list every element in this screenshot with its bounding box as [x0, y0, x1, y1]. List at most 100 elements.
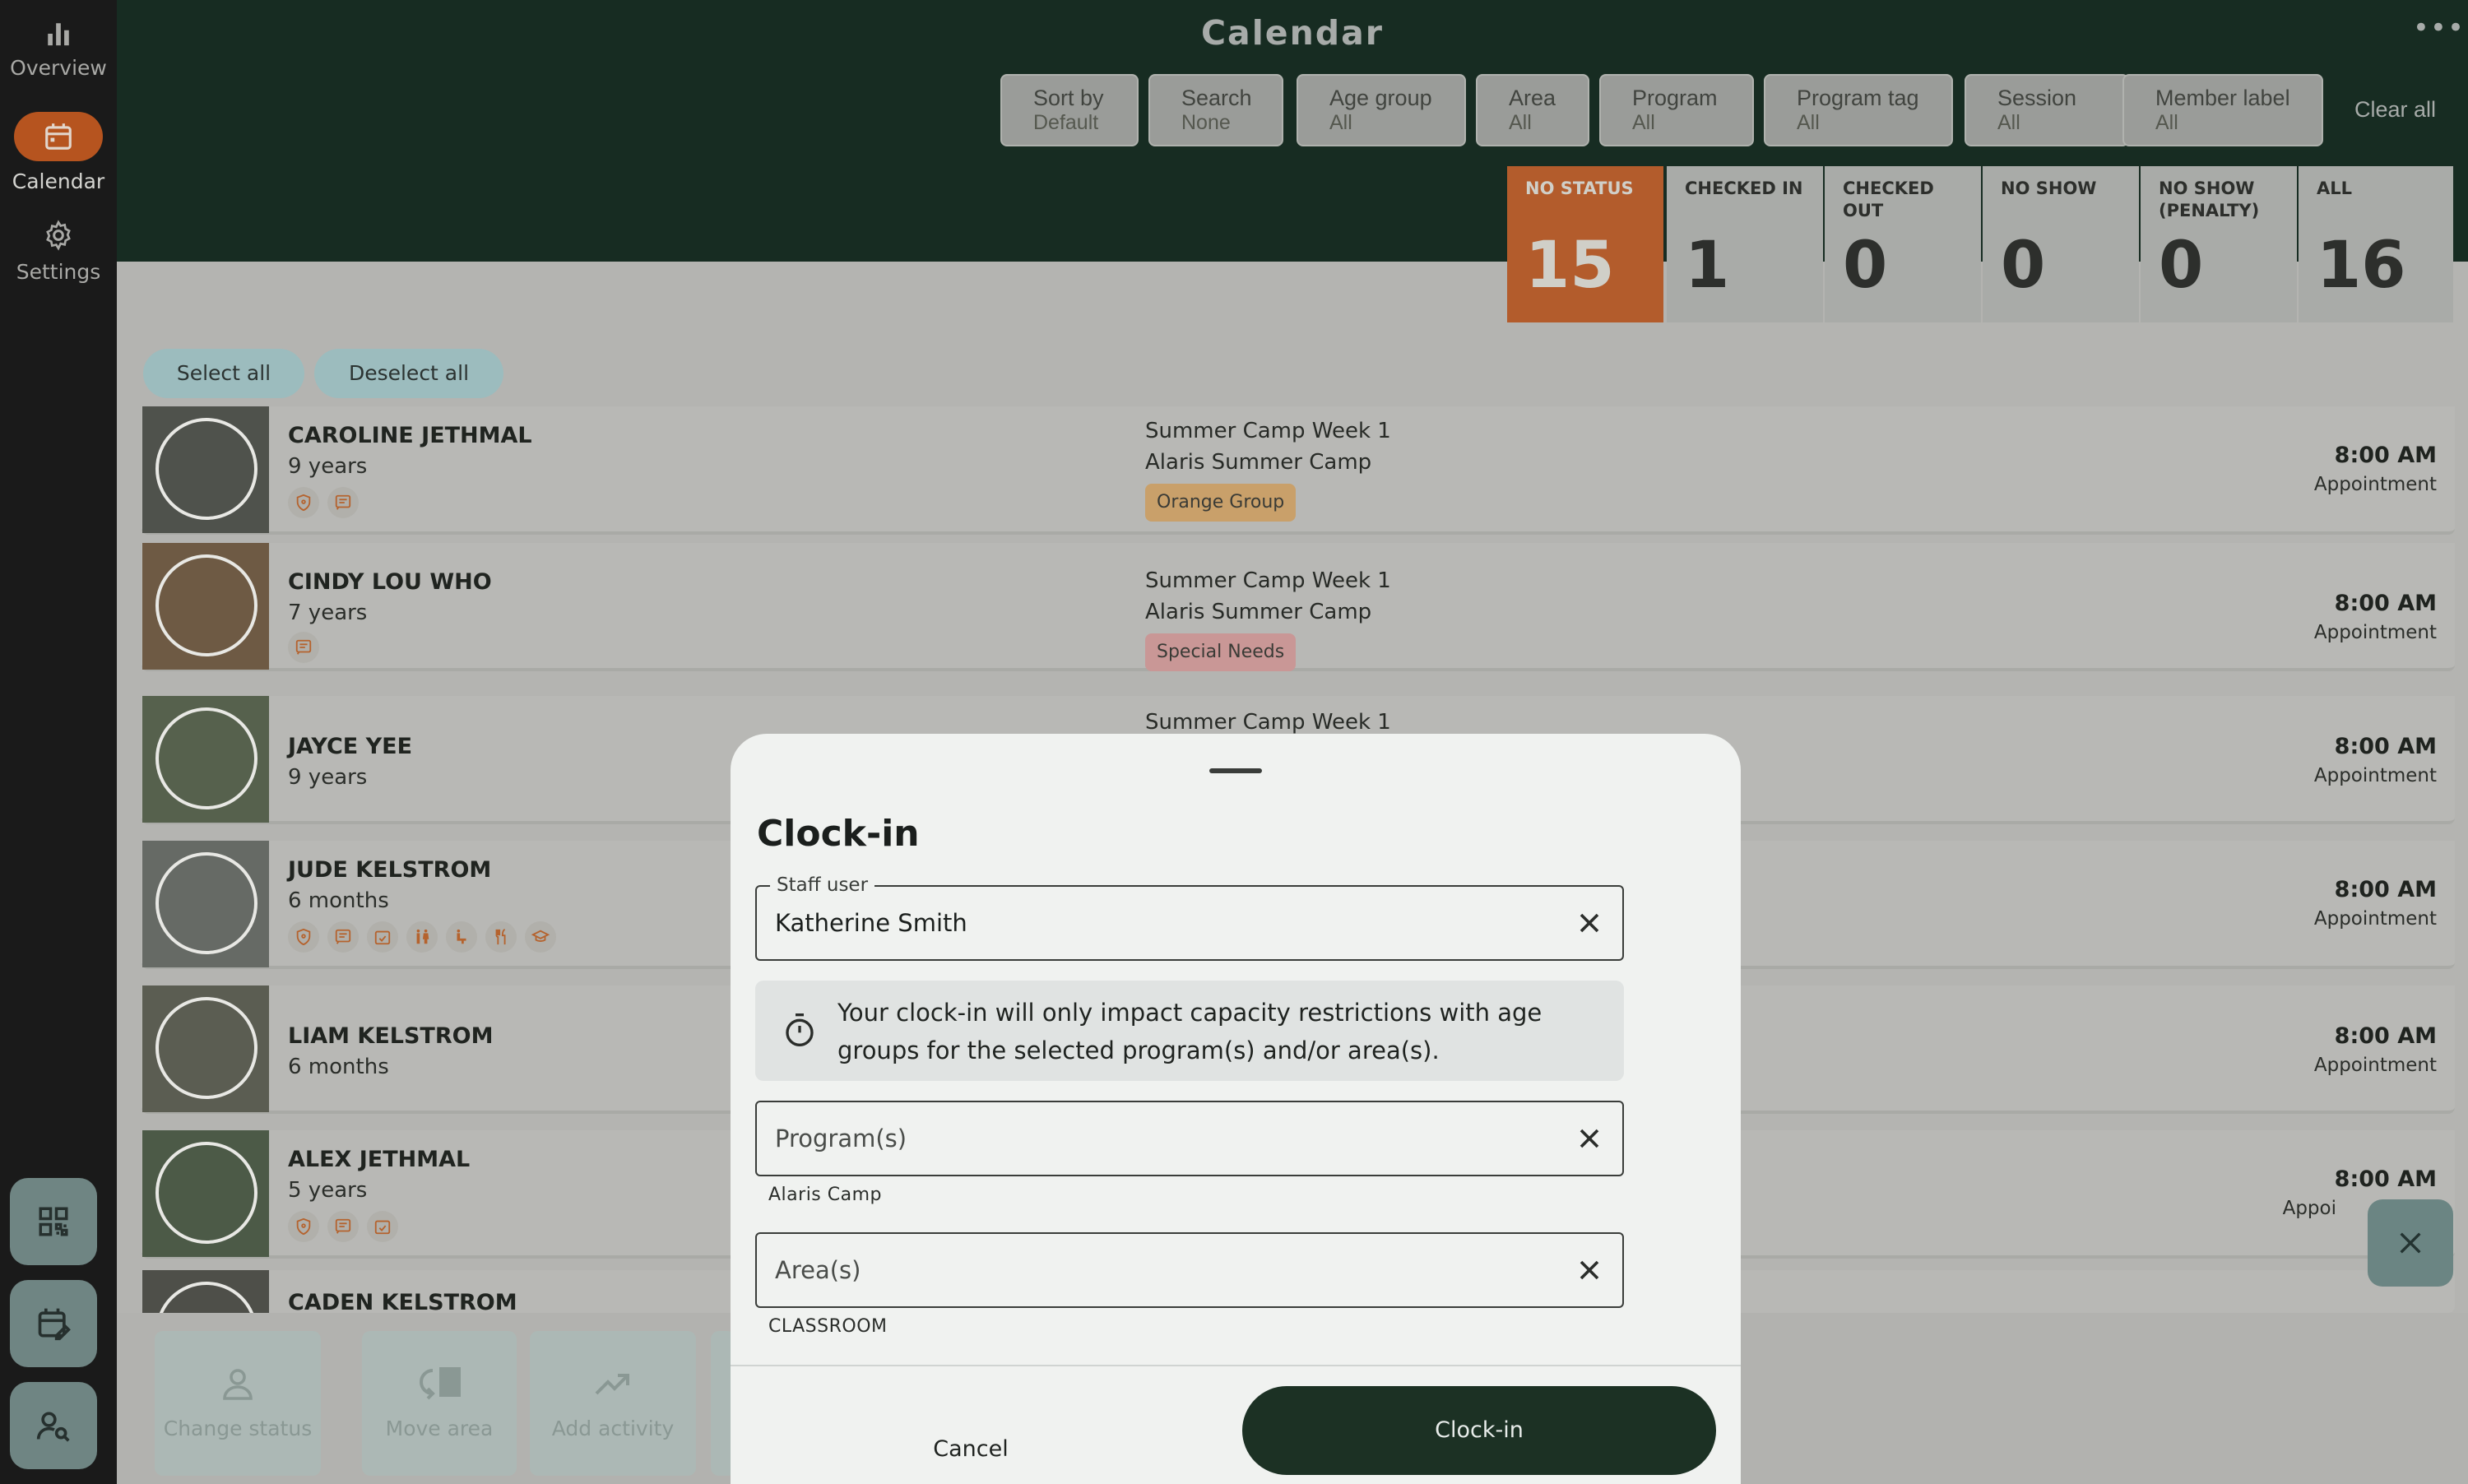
close-selection-button[interactable]: [2368, 1199, 2453, 1287]
bar-chart-icon: [48, 23, 69, 46]
avatar: [142, 985, 269, 1112]
meal-icon: [485, 921, 517, 953]
filter-label: Program: [1632, 86, 1718, 110]
potty-icon: [446, 921, 477, 953]
status-count: 0: [2159, 229, 2204, 303]
appointment-time: 8:00 AM: [2334, 443, 2437, 468]
user-search-button[interactable]: [10, 1382, 97, 1469]
info-text: Your clock-in will only impact capacity …: [837, 999, 1542, 1064]
clear-all-button[interactable]: Clear all: [2354, 97, 2468, 123]
deselect-all-button[interactable]: Deselect all: [314, 349, 503, 398]
member-age: 7 years: [288, 601, 368, 625]
member-age: 9 years: [288, 765, 368, 790]
note-icon: [327, 487, 359, 518]
tab-no-show[interactable]: NO SHOW 0: [1983, 166, 2139, 322]
note-icon: [288, 632, 319, 663]
filter-value: Default: [1033, 111, 1099, 134]
filter-age-group[interactable]: Age group All: [1297, 74, 1466, 146]
area-field: [755, 1232, 1624, 1308]
session-name: Summer Camp Week 1: [1145, 568, 1391, 593]
avatar: [142, 1130, 269, 1257]
sidebar-item-calendar[interactable]: Calendar: [0, 112, 117, 193]
move-area-icon: [420, 1367, 461, 1400]
calendar-check-icon: [367, 921, 398, 953]
action-label: Move area: [385, 1417, 494, 1440]
area-helper-text: CLASSROOM: [768, 1316, 888, 1337]
add-activity-button[interactable]: Add activity: [530, 1331, 696, 1476]
gear-icon: [46, 220, 71, 251]
list-item[interactable]: CAROLINE JETHMAL 9 years Summer Camp Wee…: [141, 406, 2455, 535]
clear-program-button[interactable]: [1573, 1122, 1606, 1155]
qr-code-icon: [39, 1207, 68, 1236]
member-name: LIAM KELSTROM: [288, 1023, 494, 1049]
info-banner: Your clock-in will only impact capacity …: [755, 981, 1624, 1081]
calendar-edit-icon: [38, 1308, 71, 1341]
tab-no-status[interactable]: NO STATUS 15: [1507, 166, 1663, 322]
filter-program-tag[interactable]: Program tag All: [1764, 74, 1953, 146]
staff-user-input[interactable]: [775, 887, 1515, 959]
close-icon: [1580, 913, 1599, 933]
tab-checked-in[interactable]: CHECKED IN 1: [1667, 166, 1823, 322]
filter-value: None: [1181, 111, 1231, 134]
list-item[interactable]: CINDY LOU WHO 7 years Summer Camp Week 1…: [141, 543, 2455, 671]
group-tag: Special Needs: [1145, 633, 1297, 671]
avatar: [142, 1270, 269, 1313]
clear-staff-button[interactable]: [1573, 907, 1606, 939]
calendar-edit-button[interactable]: [10, 1280, 97, 1367]
avatar: [142, 696, 269, 823]
drag-handle[interactable]: [1209, 768, 1262, 773]
program-input[interactable]: [775, 1102, 1515, 1175]
divider: [731, 1365, 1741, 1366]
tab-all[interactable]: ALL 16: [2299, 166, 2453, 322]
sidebar-item-overview[interactable]: Overview: [0, 20, 117, 80]
selection-ring: [155, 852, 257, 954]
selection-ring: [155, 997, 257, 1099]
shield-icon: [288, 487, 319, 518]
filter-sort-by[interactable]: Sort by Default: [1000, 74, 1139, 146]
appointment-time: 8:00 AM: [2334, 877, 2437, 902]
tab-checked-out[interactable]: CHECKED OUT 0: [1825, 166, 1981, 322]
change-status-button[interactable]: Change status: [155, 1331, 321, 1476]
filter-label: Age group: [1329, 86, 1432, 110]
filter-value: All: [1509, 111, 1532, 134]
filter-value: All: [1632, 111, 1655, 134]
timer-icon: [786, 1013, 814, 1046]
clear-area-button[interactable]: [1573, 1254, 1606, 1287]
close-icon: [1580, 1260, 1599, 1280]
cancel-button[interactable]: Cancel: [872, 1417, 1069, 1482]
qr-scan-button[interactable]: [10, 1178, 97, 1265]
action-label: Add activity: [551, 1417, 675, 1440]
shield-icon: [288, 1211, 319, 1242]
filter-member-label[interactable]: Member label All: [2122, 74, 2323, 146]
appointment-type: Appointment: [2313, 474, 2437, 495]
filter-search[interactable]: Search None: [1148, 74, 1283, 146]
action-label: Change status: [163, 1417, 313, 1440]
member-name: CINDY LOU WHO: [288, 569, 492, 595]
active-indicator: [14, 112, 103, 161]
filter-area[interactable]: Area All: [1476, 74, 1589, 146]
member-name: JAYCE YEE: [288, 734, 413, 759]
sidebar-item-label: Settings: [16, 260, 101, 284]
sidebar-item-label: Calendar: [12, 169, 105, 193]
status-count: 15: [1525, 229, 1615, 303]
filter-session[interactable]: Session All: [1965, 74, 2129, 146]
move-area-button[interactable]: Move area: [362, 1331, 517, 1476]
avatar: [142, 543, 269, 670]
clock-in-dialog: Clock-in Staff user Your clock-in will o…: [731, 734, 1741, 1484]
select-all-button[interactable]: Select all: [143, 349, 304, 398]
selection-ring: [155, 1282, 257, 1313]
filter-label: Program tag: [1797, 86, 1919, 110]
member-age: 6 months: [288, 1055, 389, 1079]
more-options-button[interactable]: •••: [2413, 12, 2465, 44]
sidebar-item-settings[interactable]: Settings: [0, 219, 117, 284]
clock-in-button[interactable]: Clock-in: [1242, 1386, 1716, 1475]
area-input[interactable]: [775, 1234, 1515, 1306]
selection-ring: [155, 1142, 257, 1244]
filter-program[interactable]: Program All: [1599, 74, 1754, 146]
tab-no-show-penalty[interactable]: NO SHOW (PENALTY) 0: [2141, 166, 2297, 322]
member-age: 6 months: [288, 888, 389, 913]
filter-value: All: [1997, 111, 2020, 134]
member-age: 5 years: [288, 1178, 368, 1203]
note-icon: [327, 921, 359, 953]
selection-ring: [155, 554, 257, 656]
